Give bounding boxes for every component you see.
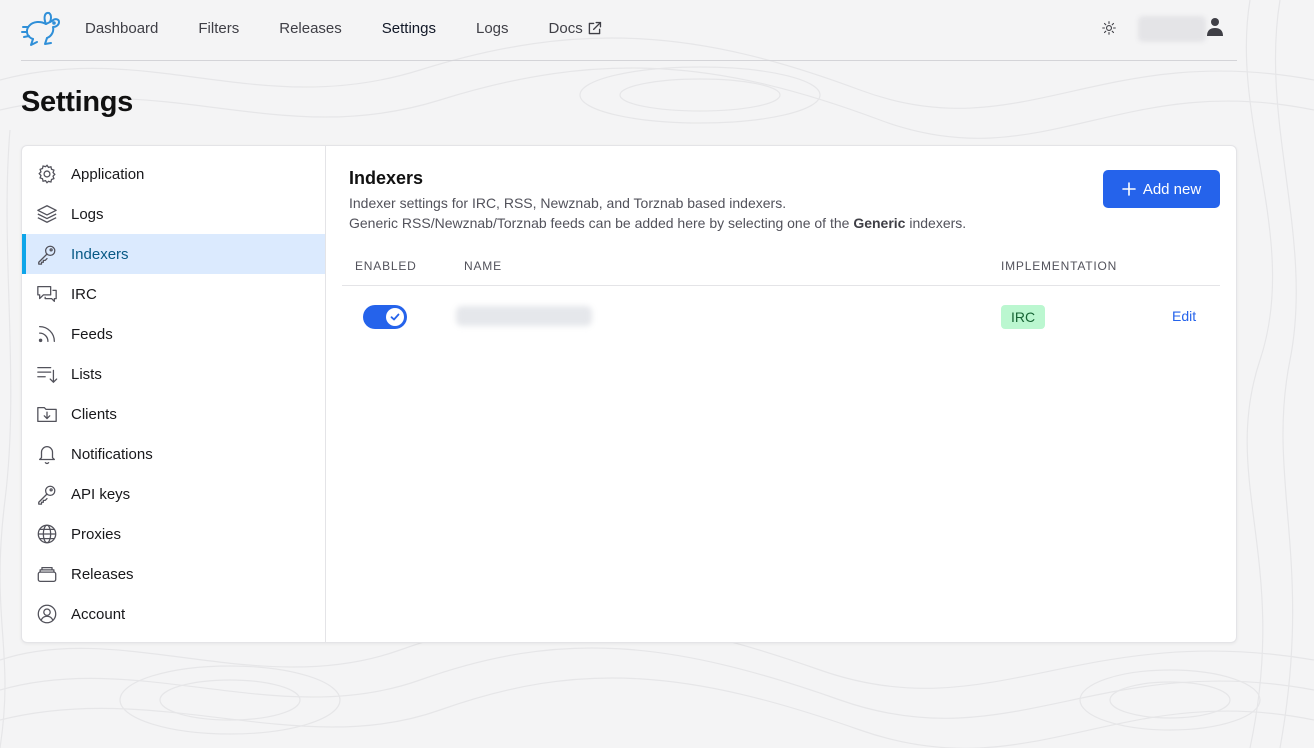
chat-icon xyxy=(37,286,57,302)
list-icon xyxy=(37,366,58,384)
sidebar-item-label: Application xyxy=(71,165,145,183)
sidebar-item-label: Feeds xyxy=(71,325,113,343)
nav-logs[interactable]: Logs xyxy=(476,20,509,37)
sidebar-item-indexers[interactable]: Indexers xyxy=(22,234,325,274)
stack-icon xyxy=(37,566,57,582)
sidebar-item-logs[interactable]: Logs xyxy=(22,194,325,234)
user-icon[interactable] xyxy=(1207,17,1223,37)
key-icon xyxy=(38,485,56,505)
description-text: Generic RSS/Newznab/Torznab feeds can be… xyxy=(349,215,854,231)
sidebar-item-label: Clients xyxy=(71,405,117,423)
description-text-end: indexers. xyxy=(905,215,967,231)
add-new-button[interactable]: Add new xyxy=(1103,170,1220,208)
sidebar-item-feeds[interactable]: Feeds xyxy=(22,314,325,354)
key-icon xyxy=(38,245,56,265)
top-navbar: Dashboard Filters Releases Settings Logs… xyxy=(21,0,1237,61)
table-header: Enabled Name Implementation xyxy=(342,246,1220,286)
column-header-implementation: Implementation xyxy=(1001,259,1118,273)
rss-icon xyxy=(38,326,55,343)
sun-icon[interactable] xyxy=(1102,21,1116,35)
sidebar-item-label: Logs xyxy=(71,205,104,223)
section-title: Indexers xyxy=(349,168,424,188)
sidebar-item-label: Releases xyxy=(71,565,134,583)
rabbit-logo-icon[interactable] xyxy=(21,9,63,49)
folder-download-icon xyxy=(37,406,57,422)
sidebar-item-releases[interactable]: Releases xyxy=(22,554,325,594)
settings-sidebar: Application Logs Indexers IRC Feeds List xyxy=(22,146,326,642)
username-blurred[interactable] xyxy=(1138,16,1206,42)
nav-releases-label: Releases xyxy=(279,19,342,37)
sidebar-item-label: Proxies xyxy=(71,525,122,543)
section-description: Indexer settings for IRC, RSS, Newznab, … xyxy=(349,193,966,233)
indexer-name-blurred xyxy=(456,306,592,326)
nav-docs-label: Docs xyxy=(548,19,583,37)
sidebar-item-proxies[interactable]: Proxies xyxy=(22,514,325,554)
sidebar-item-label: Notifications xyxy=(71,445,153,463)
description-line-1: Indexer settings for IRC, RSS, Newznab, … xyxy=(349,195,787,211)
enabled-toggle[interactable] xyxy=(363,305,407,329)
sidebar-item-irc[interactable]: IRC xyxy=(22,274,325,314)
settings-card: Application Logs Indexers IRC Feeds List xyxy=(21,145,1237,643)
implementation-badge: IRC xyxy=(1001,305,1045,329)
nav-docs[interactable]: Docs xyxy=(549,20,603,37)
description-bold: Generic xyxy=(853,215,906,231)
nav-dashboard-label: Dashboard xyxy=(85,19,159,37)
add-new-label: Add new xyxy=(1142,180,1202,198)
column-header-name: Name xyxy=(464,259,502,273)
nav-settings[interactable]: Settings xyxy=(382,20,436,37)
sidebar-item-label: Account xyxy=(71,605,126,623)
layers-icon xyxy=(37,205,57,223)
table-row: IRC Edit xyxy=(342,287,1220,347)
sidebar-item-api-keys[interactable]: API keys xyxy=(22,474,325,514)
user-circle-icon xyxy=(37,604,57,624)
nav-logs-label: Logs xyxy=(475,19,509,37)
description-line-2: Generic RSS/Newznab/Torznab feeds can be… xyxy=(349,213,966,233)
indexers-panel: Indexers Indexer settings for IRC, RSS, … xyxy=(327,146,1236,642)
external-link-icon xyxy=(588,21,601,34)
edit-link[interactable]: Edit xyxy=(1172,308,1196,324)
nav-filters[interactable]: Filters xyxy=(198,20,239,37)
sidebar-item-clients[interactable]: Clients xyxy=(22,394,325,434)
sidebar-item-label: API keys xyxy=(71,485,131,503)
sidebar-item-label: Indexers xyxy=(71,245,129,263)
sidebar-item-lists[interactable]: Lists xyxy=(22,354,325,394)
nav-dashboard[interactable]: Dashboard xyxy=(85,20,158,37)
check-icon xyxy=(390,313,400,321)
main-nav: Dashboard Filters Releases Settings Logs… xyxy=(85,0,643,56)
bell-icon xyxy=(39,446,55,465)
sidebar-item-label: IRC xyxy=(71,285,97,303)
sidebar-item-notifications[interactable]: Notifications xyxy=(22,434,325,474)
gear-icon xyxy=(38,164,56,184)
sidebar-item-account[interactable]: Account xyxy=(22,594,325,634)
app-root: Dashboard Filters Releases Settings Logs… xyxy=(0,0,1314,748)
sidebar-item-application[interactable]: Application xyxy=(22,154,325,194)
sidebar-item-label: Lists xyxy=(71,365,102,383)
toggle-knob xyxy=(386,308,404,326)
nav-settings-label: Settings xyxy=(381,19,436,37)
nav-filters-label: Filters xyxy=(198,19,240,37)
globe-icon xyxy=(37,524,57,544)
page-title: Settings xyxy=(21,86,133,118)
nav-releases[interactable]: Releases xyxy=(279,20,342,37)
plus-icon xyxy=(1122,182,1136,196)
column-header-enabled: Enabled xyxy=(355,259,417,273)
